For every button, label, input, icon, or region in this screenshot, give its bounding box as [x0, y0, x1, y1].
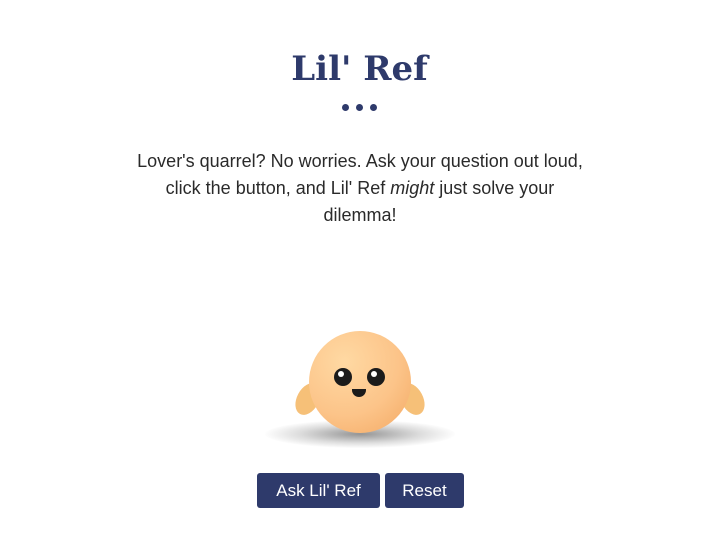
divider-dot: [342, 104, 349, 111]
lil-ref-character: [265, 325, 455, 450]
character-left-eye: [334, 368, 352, 386]
title-divider-dots: [0, 104, 719, 111]
character-mouth: [352, 389, 366, 397]
description-emphasis: might: [390, 178, 435, 198]
character-right-eye: [367, 368, 385, 386]
page: Lil' Ref Lover's quarrel? No worries. As…: [0, 0, 719, 538]
divider-dot: [356, 104, 363, 111]
character-body: [309, 331, 411, 433]
reset-button[interactable]: Reset: [385, 473, 464, 508]
ask-lil-ref-button[interactable]: Ask Lil' Ref: [257, 473, 380, 508]
description-text: Lover's quarrel? No worries. Ask your qu…: [130, 148, 590, 229]
page-title: Lil' Ref: [291, 49, 428, 89]
divider-dot: [370, 104, 377, 111]
